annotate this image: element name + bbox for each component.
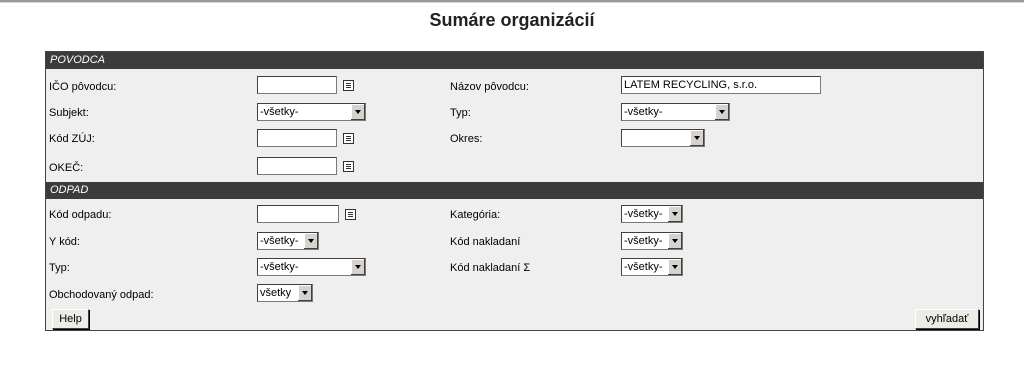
okres-label: Okres: <box>450 133 483 145</box>
help-button[interactable]: Help <box>52 309 89 329</box>
subjekt-select[interactable]: -všetky- <box>257 103 366 121</box>
odpad-typ-select[interactable]: -všetky- <box>257 258 366 276</box>
okec-input[interactable] <box>257 157 337 175</box>
obchodovany-select[interactable]: všetky <box>257 284 313 302</box>
chevron-down-icon[interactable] <box>667 259 682 275</box>
chevron-down-icon[interactable] <box>667 206 682 222</box>
ico-label: IČO pôvodcu: <box>49 81 117 93</box>
nakladani-sum-select[interactable]: -všetky- <box>621 258 683 276</box>
kategoria-select-value: -všetky- <box>624 208 663 220</box>
nakladani-select[interactable]: -všetky- <box>621 232 683 250</box>
search-button[interactable]: vyhľadať <box>915 309 979 329</box>
obchodovany-select-value: všetky <box>260 287 292 299</box>
kategoria-select[interactable]: -všetky- <box>621 205 683 223</box>
typ-label: Typ: <box>450 107 471 119</box>
nazov-label: Názov pôvodcu: <box>450 81 529 93</box>
ico-picker-icon[interactable] <box>343 80 354 91</box>
obchodovany-label: Obchodovaný odpad: <box>49 289 154 301</box>
nakladani-select-value: -všetky- <box>624 235 663 247</box>
window-top-border-light <box>0 2 1024 3</box>
subjekt-select-value: -všetky- <box>260 106 299 118</box>
kod-odpadu-input[interactable] <box>257 205 339 223</box>
ykod-select-value: -všetky- <box>260 235 299 247</box>
chevron-down-icon[interactable] <box>303 233 318 249</box>
subjekt-label: Subjekt: <box>49 107 89 119</box>
kod-odpadu-label: Kód odpadu: <box>49 209 112 221</box>
okres-select[interactable] <box>621 129 705 147</box>
ykod-label: Y kód: <box>49 236 80 248</box>
okec-label: OKEČ: <box>49 162 84 174</box>
chevron-down-icon[interactable] <box>297 285 312 301</box>
nakladani-sum-select-value: -všetky- <box>624 261 663 273</box>
chevron-down-icon[interactable] <box>689 130 704 146</box>
ykod-select[interactable]: -všetky- <box>257 232 319 250</box>
kodzuj-picker-icon[interactable] <box>343 133 354 144</box>
section-header-povodca: POVODCA <box>46 52 983 69</box>
chevron-down-icon[interactable] <box>350 259 365 275</box>
odpad-typ-label: Typ: <box>49 262 70 274</box>
nakladani-sum-label: Kód nakladaní Σ <box>450 262 531 274</box>
search-form-panel: POVODCA IČO pôvodcu: Názov pôvodcu: LATE… <box>45 51 984 331</box>
typ-select-value: -všetky- <box>624 106 663 118</box>
kategoria-label: Kategória: <box>450 209 501 221</box>
kodzuj-input[interactable] <box>257 129 337 147</box>
ico-input[interactable] <box>257 76 337 94</box>
chevron-down-icon[interactable] <box>667 233 682 249</box>
kod-odpadu-picker-icon[interactable] <box>345 209 356 220</box>
nazov-input[interactable]: LATEM RECYCLING, s.r.o. <box>621 76 821 94</box>
kodzuj-label: Kód ZÚJ: <box>49 133 95 145</box>
page-title: Sumáre organizácií <box>429 10 595 30</box>
section-header-odpad: ODPAD <box>46 182 983 199</box>
chevron-down-icon[interactable] <box>350 104 365 120</box>
nakladani-label: Kód nakladaní <box>450 236 521 248</box>
chevron-down-icon[interactable] <box>714 104 729 120</box>
odpad-typ-select-value: -všetky- <box>260 261 299 273</box>
okec-picker-icon[interactable] <box>343 161 354 172</box>
typ-select[interactable]: -všetky- <box>621 103 730 121</box>
